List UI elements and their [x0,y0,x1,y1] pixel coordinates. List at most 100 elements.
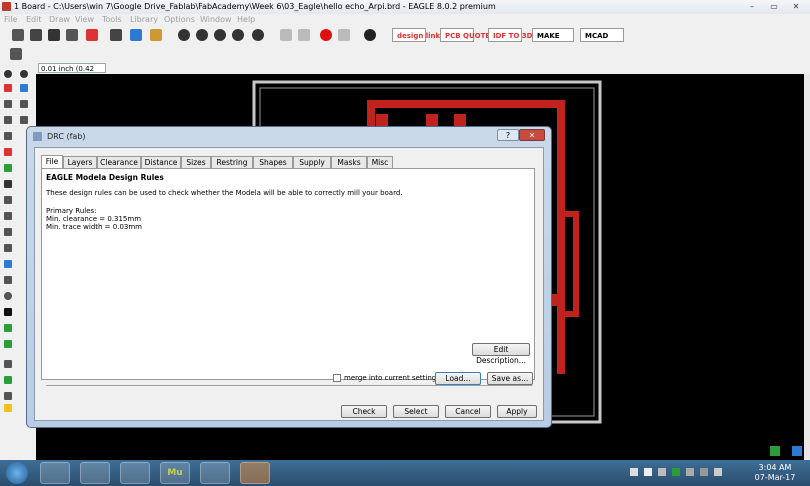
tab-clearance[interactable]: Clearance [97,156,141,168]
zoom-out-icon[interactable] [214,29,226,41]
grid-icon[interactable] [10,48,22,60]
rect-icon[interactable] [4,308,12,316]
go-icon[interactable] [338,29,350,41]
apply-button[interactable]: Apply [497,405,537,418]
save-as-button[interactable]: Save as... [487,372,533,385]
mcad-button[interactable]: MCAD [580,28,624,42]
menu-draw[interactable]: Draw [49,15,70,24]
zoom-fit-icon[interactable] [178,29,190,41]
move-icon[interactable] [4,100,12,108]
coordinate-display[interactable]: 0.01 inch (0.42 1.90) [38,63,106,83]
split-icon[interactable] [4,196,12,204]
redo-icon[interactable] [298,29,310,41]
flag-icon[interactable] [644,468,652,476]
check-button[interactable]: Check [341,405,387,418]
explorer-taskbar-icon[interactable] [40,462,70,484]
menu-view[interactable]: View [75,15,94,24]
select-button[interactable]: Select [393,405,439,418]
run-icon[interactable] [770,446,780,456]
pcb-quote-button[interactable]: PCB QUOTE [440,28,490,42]
library-icon[interactable] [110,29,122,41]
load-button[interactable]: Load... [435,372,481,385]
network-icon[interactable] [658,468,666,476]
erc-icon[interactable] [4,392,12,400]
sync-icon[interactable] [792,446,802,456]
muse-taskbar-icon[interactable]: Mu [160,462,190,484]
maximize-button[interactable]: ▭ [764,1,784,12]
copy-icon[interactable] [4,116,12,124]
speaker-icon[interactable] [714,468,722,476]
zoom-in-icon[interactable] [196,29,208,41]
display-icon[interactable] [700,468,708,476]
lock-icon[interactable] [4,180,12,188]
layers-icon[interactable] [4,84,12,92]
menu-file[interactable]: File [4,15,17,24]
mark-icon[interactable] [20,84,28,92]
optimize-icon[interactable] [4,212,12,220]
dialog-help-button[interactable]: ? [497,129,519,141]
wire-icon[interactable] [4,276,12,284]
ulp-icon[interactable] [150,29,162,41]
zoom-select-icon[interactable] [252,29,264,41]
volume-icon[interactable] [686,468,694,476]
delete-icon[interactable] [4,148,12,156]
drc-icon[interactable] [4,376,12,384]
open-icon[interactable] [12,29,24,41]
stop-icon[interactable] [320,29,332,41]
warning-icon[interactable] [4,404,12,412]
start-button[interactable] [6,462,28,484]
save-icon[interactable] [30,29,42,41]
taskbar-clock[interactable]: 3:04 AM 07-Mar-17 [752,463,798,483]
tab-layers[interactable]: Layers [63,156,97,168]
script-icon[interactable] [130,29,142,41]
chrome-taskbar-icon[interactable] [120,462,150,484]
tab-supply[interactable]: Supply [293,156,331,168]
eagle-taskbar-icon[interactable] [240,462,270,484]
edit-description-button[interactable]: Edit Description... [472,343,530,365]
eye-icon[interactable] [20,70,28,78]
zoom-redraw-icon[interactable] [232,29,244,41]
tab-sizes[interactable]: Sizes [181,156,211,168]
route-icon[interactable] [4,260,12,268]
tab-restring[interactable]: Restring [211,156,253,168]
menu-window[interactable]: Window [200,15,232,24]
board-icon[interactable] [86,29,98,41]
vertical-scrollbar[interactable] [804,74,810,460]
add-icon[interactable] [4,164,12,172]
print-icon[interactable] [48,29,60,41]
menu-edit[interactable]: Edit [26,15,42,24]
design-link-button[interactable]: design link [392,28,440,42]
make-button[interactable]: MAKE [532,28,574,42]
close-window-button[interactable]: ✕ [786,1,806,12]
minimize-button[interactable]: – [742,1,762,12]
tab-distance[interactable]: Distance [141,156,181,168]
mirror-icon[interactable] [20,116,28,124]
media-player-taskbar-icon[interactable] [80,462,110,484]
undo-icon[interactable] [280,29,292,41]
meander-icon[interactable] [4,228,12,236]
menu-options[interactable]: Options [164,15,195,24]
tray-arrow-icon[interactable] [630,468,638,476]
cam-icon[interactable] [66,29,78,41]
merge-checkbox[interactable] [333,374,341,382]
menu-library[interactable]: Library [130,15,158,24]
via-icon[interactable] [4,324,12,332]
circle-icon[interactable] [4,292,12,300]
miter-icon[interactable] [4,244,12,252]
tab-masks[interactable]: Masks [331,156,367,168]
tab-misc[interactable]: Misc [367,156,393,168]
move-group-icon[interactable] [20,100,28,108]
tab-file[interactable]: File [41,155,63,168]
tab-shapes[interactable]: Shapes [253,156,293,168]
info-icon[interactable] [4,70,12,78]
ratsnest-icon[interactable] [4,360,12,368]
menu-tools[interactable]: Tools [102,15,122,24]
photos-taskbar-icon[interactable] [200,462,230,484]
help-icon[interactable] [364,29,376,41]
menu-help[interactable]: Help [237,15,255,24]
dialog-close-button[interactable]: ✕ [519,129,545,141]
pad-icon[interactable] [4,340,12,348]
idf-button[interactable]: IDF TO 3D [488,28,532,42]
cancel-button[interactable]: Cancel [445,405,491,418]
app-q-icon[interactable] [672,468,680,476]
